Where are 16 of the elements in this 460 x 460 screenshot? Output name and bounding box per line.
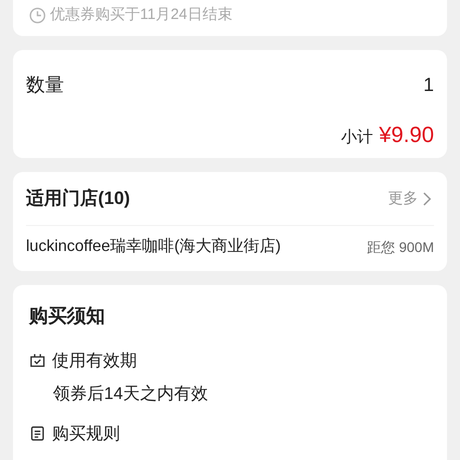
store-distance: 距您 900M xyxy=(367,238,434,257)
store-name: luckincoffee瑞幸咖啡(海大商业街店) xyxy=(26,236,281,258)
section-title: 使用有效期 xyxy=(52,350,137,372)
subtotal-price: ¥9.90 xyxy=(378,121,434,150)
quantity-value: 1 xyxy=(423,74,434,98)
section-text: 领券后14天之内有效 xyxy=(52,383,209,405)
document-icon xyxy=(29,424,46,442)
calendar-check-icon xyxy=(29,352,46,369)
section-title: 购买规则 xyxy=(52,422,120,444)
subtotal-label: 小计 xyxy=(340,128,373,148)
clock-icon xyxy=(29,6,46,24)
notice-text: 优惠券购买于11月24日结束 xyxy=(50,5,232,25)
purchase-notice-title: 购买须知 xyxy=(29,305,106,329)
quantity-label: 数量 xyxy=(26,74,64,98)
stores-title: 适用门店(10) xyxy=(26,187,130,210)
store-row[interactable]: luckincoffee瑞幸咖啡(海大商业街店) 距您 900M xyxy=(26,226,434,268)
